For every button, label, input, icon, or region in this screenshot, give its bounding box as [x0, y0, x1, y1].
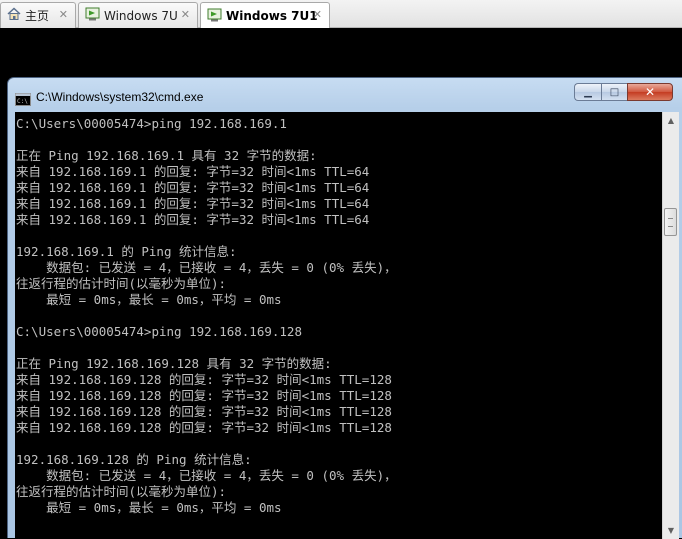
console-line: C:\Users\00005474>ping 192.168.169.1	[16, 116, 287, 131]
vm-icon	[85, 7, 100, 24]
close-icon[interactable]: ✕	[313, 8, 322, 21]
console-line: 来自 192.168.169.1 的回复: 字节=32 时间<1ms TTL=6…	[16, 180, 370, 195]
console-line: 最短 = 0ms，最长 = 0ms，平均 = 0ms	[16, 292, 282, 307]
scroll-up-arrow[interactable]: ▲	[663, 112, 679, 129]
vm-icon	[207, 8, 222, 25]
caption-buttons: ▁ □ ✕	[574, 83, 673, 102]
tab-home[interactable]: 主页 ✕	[0, 2, 76, 28]
maximize-button[interactable]: □	[601, 83, 627, 101]
close-icon[interactable]: ✕	[181, 8, 190, 21]
console-line: 往返行程的估计时间(以毫秒为单位):	[16, 276, 227, 291]
vertical-scrollbar[interactable]: ▲ ▼	[662, 112, 679, 539]
console-line: 来自 192.168.169.128 的回复: 字节=32 时间<1ms TTL…	[16, 404, 392, 419]
console-line: 来自 192.168.169.128 的回复: 字节=32 时间<1ms TTL…	[16, 372, 392, 387]
console-line: 正在 Ping 192.168.169.1 具有 32 字节的数据:	[16, 148, 317, 163]
window-title: C:\Windows\system32\cmd.exe	[36, 90, 204, 104]
console-line: 来自 192.168.169.128 的回复: 字节=32 时间<1ms TTL…	[16, 388, 392, 403]
tab-windows-7u[interactable]: Windows 7U ✕	[78, 2, 198, 28]
console-line: 来自 192.168.169.128 的回复: 字节=32 时间<1ms TTL…	[16, 420, 392, 435]
console-text: C:\Users\00005474>ping 192.168.169.1 正在 …	[15, 112, 662, 516]
minimize-button[interactable]: ▁	[574, 83, 601, 101]
close-button[interactable]: ✕	[627, 83, 673, 101]
console-line: 来自 192.168.169.1 的回复: 字节=32 时间<1ms TTL=6…	[16, 164, 370, 179]
console-line: 数据包: 已发送 = 4，已接收 = 4，丢失 = 0 (0% 丢失)，	[16, 260, 397, 275]
console-line: 正在 Ping 192.168.169.128 具有 32 字节的数据:	[16, 356, 332, 371]
cmd-icon[interactable]: C:\	[15, 91, 31, 110]
console-line: 最短 = 0ms，最长 = 0ms，平均 = 0ms	[16, 500, 282, 515]
svg-text:C:\: C:\	[17, 98, 28, 105]
tab-bar: 主页 ✕ Windows 7U ✕ Windows 7U1 ✕	[0, 0, 682, 29]
console-output[interactable]: C:\Users\00005474>ping 192.168.169.1 正在 …	[15, 112, 662, 539]
tab-label: 主页	[25, 9, 50, 23]
console-line: C:\Users\00005474>ping 192.168.169.128	[16, 324, 302, 339]
cmd-window[interactable]: C:\ C:\Windows\system32\cmd.exe ▁ □ ✕ C:…	[7, 77, 682, 539]
console-line: 往返行程的估计时间(以毫秒为单位):	[16, 484, 227, 499]
console-line: 192.168.169.1 的 Ping 统计信息:	[16, 244, 237, 259]
home-icon	[7, 7, 21, 24]
console-line: 来自 192.168.169.1 的回复: 字节=32 时间<1ms TTL=6…	[16, 196, 370, 211]
tab-label: Windows 7U1	[226, 9, 318, 23]
window-titlebar[interactable]: C:\ C:\Windows\system32\cmd.exe ▁ □ ✕	[8, 78, 682, 111]
console-line: 192.168.169.128 的 Ping 统计信息:	[16, 452, 252, 467]
scroll-thumb[interactable]	[664, 208, 677, 236]
close-icon[interactable]: ✕	[59, 8, 68, 21]
scroll-down-arrow[interactable]: ▼	[663, 522, 679, 539]
console-line: 数据包: 已发送 = 4，已接收 = 4，丢失 = 0 (0% 丢失)，	[16, 468, 397, 483]
console-line: 来自 192.168.169.1 的回复: 字节=32 时间<1ms TTL=6…	[16, 212, 370, 227]
tab-label: Windows 7U	[104, 8, 178, 23]
tab-windows-7u1[interactable]: Windows 7U1 ✕	[200, 2, 330, 29]
